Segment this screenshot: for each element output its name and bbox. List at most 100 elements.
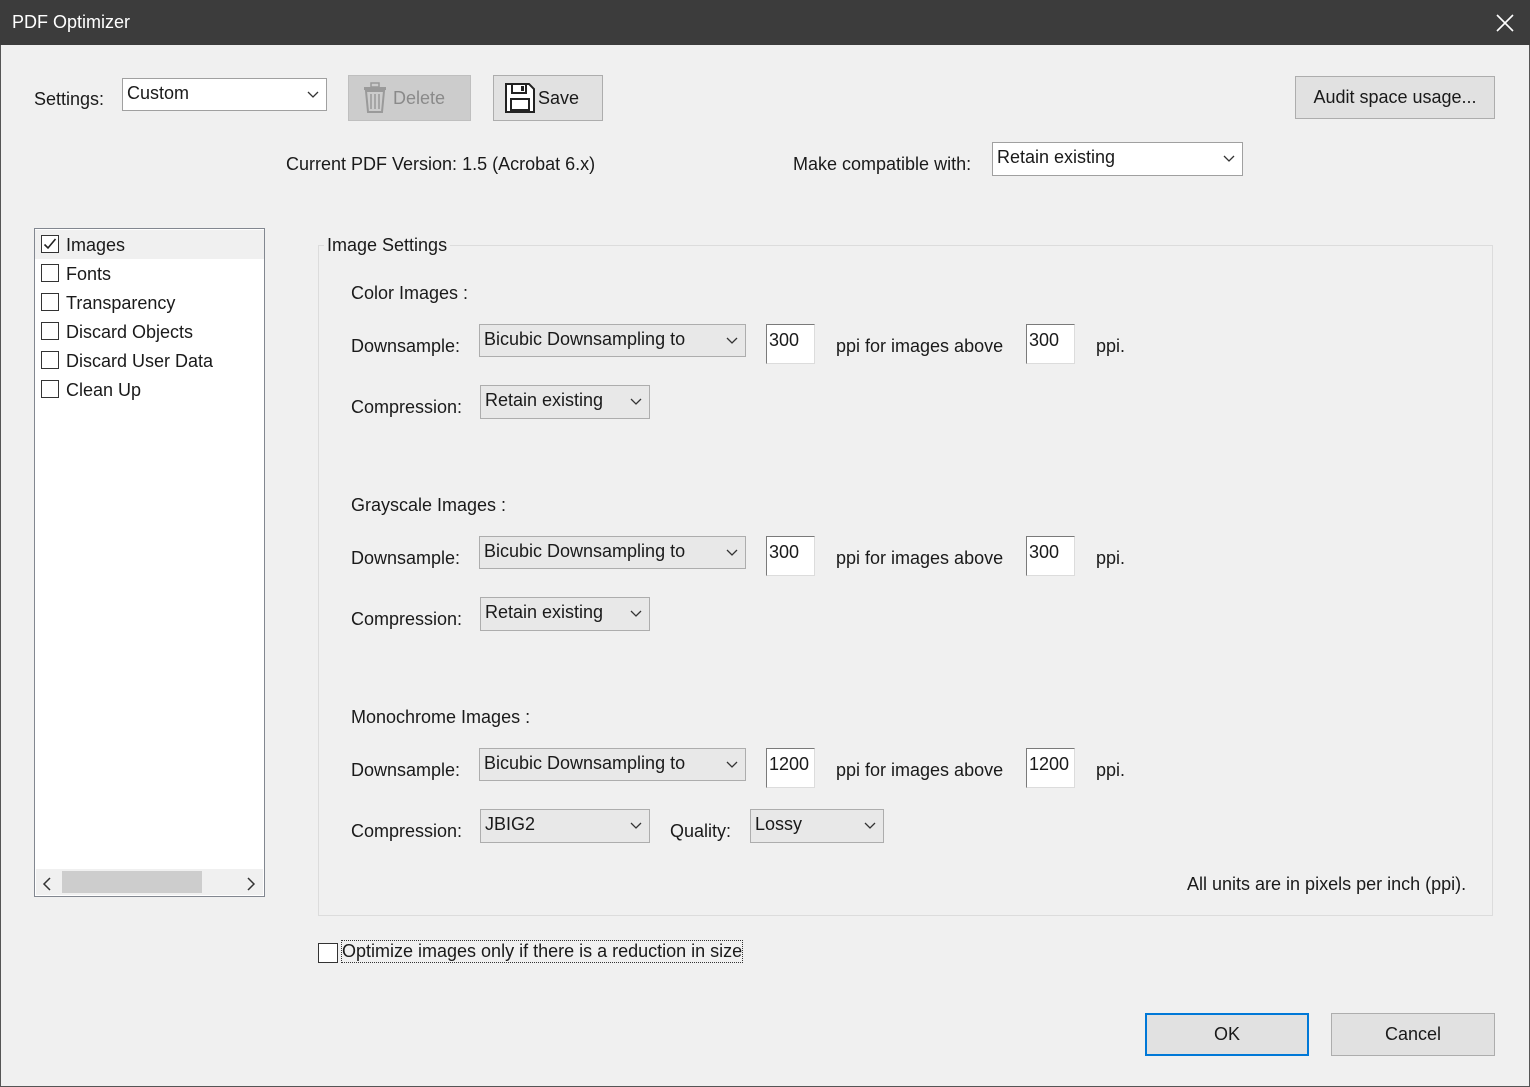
monochrome-target-ppi-value: 1200	[769, 754, 810, 774]
compatibility-label: Make compatible with:	[793, 154, 972, 174]
fonts-checkbox[interactable]	[41, 264, 59, 282]
color-compression-label: Compression:	[351, 397, 463, 417]
grayscale-above-ppi-input[interactable]: 300	[1026, 536, 1075, 576]
color-downsample-value: Bicubic Downsampling to	[484, 329, 686, 349]
grayscale-target-ppi-input[interactable]: 300	[766, 536, 815, 576]
floppy-disk-icon	[504, 82, 536, 114]
grayscale-downsample-label: Downsample:	[351, 548, 461, 568]
grayscale-above-ppi-value: 300	[1029, 542, 1060, 562]
panel-item-discard-objects[interactable]: Discard Objects	[39, 317, 263, 346]
chevron-down-icon	[719, 537, 745, 568]
chevron-left-icon[interactable]	[42, 875, 54, 896]
color-downsample-label: Downsample:	[351, 336, 461, 356]
monochrome-above-ppi-input[interactable]: 1200	[1026, 748, 1075, 788]
window-border-left	[0, 45, 1, 1087]
monochrome-target-ppi-input[interactable]: 1200	[766, 748, 815, 788]
audit-label: Audit space usage...	[1313, 87, 1477, 107]
trash-icon	[361, 82, 389, 114]
panel-item-transparency[interactable]: Transparency	[39, 288, 263, 317]
grayscale-images-heading: Grayscale Images :	[351, 495, 507, 515]
quality-value: Lossy	[755, 814, 803, 834]
cancel-label: Cancel	[1384, 1024, 1442, 1044]
close-icon[interactable]	[1490, 8, 1520, 38]
chevron-down-icon	[857, 810, 883, 842]
grayscale-downsample-dropdown[interactable]: Bicubic Downsampling to	[479, 536, 746, 569]
panel-item-images[interactable]: Images	[35, 230, 264, 259]
panel-item-label: Discard Objects	[66, 322, 194, 342]
panel-item-label: Clean Up	[66, 380, 142, 400]
monochrome-downsample-value: Bicubic Downsampling to	[484, 753, 686, 773]
panel-item-label: Fonts	[66, 264, 112, 284]
grayscale-ppi-above-label: ppi for images above	[836, 548, 1004, 568]
settings-value: Custom	[127, 83, 190, 103]
discard-objects-checkbox[interactable]	[41, 322, 59, 340]
compatibility-dropdown[interactable]: Retain existing	[992, 142, 1243, 176]
chevron-down-icon	[1216, 143, 1242, 175]
panel-item-fonts[interactable]: Fonts	[39, 259, 263, 288]
scrollbar-thumb[interactable]	[62, 871, 202, 893]
delete-label: Delete	[393, 87, 446, 108]
monochrome-compression-value: JBIG2	[485, 814, 536, 834]
discard-user-data-checkbox[interactable]	[41, 351, 59, 369]
chevron-down-icon	[623, 598, 649, 630]
grayscale-ppi-label: ppi.	[1096, 548, 1126, 568]
monochrome-compression-label: Compression:	[351, 821, 463, 841]
ok-button[interactable]: OK	[1145, 1013, 1309, 1056]
panel-item-label: Transparency	[66, 293, 176, 313]
grayscale-downsample-value: Bicubic Downsampling to	[484, 541, 686, 561]
monochrome-above-ppi-value: 1200	[1029, 754, 1070, 774]
panel-item-label: Images	[66, 235, 126, 255]
optimize-if-smaller-label[interactable]: Optimize images only if there is a reduc…	[340, 940, 744, 963]
grayscale-compression-dropdown[interactable]: Retain existing	[480, 597, 650, 631]
horizontal-scrollbar[interactable]	[36, 869, 263, 895]
quality-dropdown[interactable]: Lossy	[750, 809, 884, 843]
grayscale-compression-value: Retain existing	[485, 602, 604, 622]
monochrome-images-heading: Monochrome Images :	[351, 707, 531, 727]
color-above-ppi-input[interactable]: 300	[1026, 324, 1075, 364]
save-button[interactable]: Save	[493, 75, 603, 121]
chevron-down-icon	[623, 386, 649, 418]
panel-item-discard-user-data[interactable]: Discard User Data	[39, 346, 263, 375]
image-settings-title: Image Settings	[324, 235, 451, 256]
monochrome-ppi-above-label: ppi for images above	[836, 760, 1004, 780]
window-title: PDF Optimizer	[12, 12, 131, 32]
units-note: All units are in pixels per inch (ppi).	[1187, 874, 1467, 894]
panel-item-clean-up[interactable]: Clean Up	[39, 375, 263, 404]
color-compression-value: Retain existing	[485, 390, 604, 410]
settings-label: Settings:	[34, 89, 105, 109]
color-above-ppi-value: 300	[1029, 330, 1060, 350]
color-target-ppi-value: 300	[769, 330, 800, 350]
color-target-ppi-input[interactable]: 300	[766, 324, 815, 364]
audit-space-usage-button[interactable]: Audit space usage...	[1295, 76, 1495, 119]
save-label: Save	[538, 87, 580, 108]
images-checkbox[interactable]	[41, 235, 59, 253]
ok-label: OK	[1213, 1024, 1240, 1044]
chevron-right-icon[interactable]	[244, 875, 256, 896]
monochrome-ppi-label: ppi.	[1096, 760, 1126, 780]
title-bar: PDF Optimizer	[0, 0, 1530, 45]
color-ppi-above-label: ppi for images above	[836, 336, 1004, 356]
chevron-down-icon	[719, 749, 745, 780]
checkmark-icon	[43, 238, 57, 250]
cancel-button[interactable]: Cancel	[1331, 1013, 1495, 1056]
panel-list[interactable]: Images Fonts Transparency Discard Object…	[34, 228, 265, 897]
monochrome-downsample-dropdown[interactable]: Bicubic Downsampling to	[479, 748, 746, 781]
monochrome-compression-dropdown[interactable]: JBIG2	[480, 809, 650, 843]
chevron-down-icon	[300, 79, 326, 110]
settings-dropdown[interactable]: Custom	[122, 78, 327, 111]
optimize-if-smaller-checkbox[interactable]	[318, 943, 338, 963]
grayscale-target-ppi-value: 300	[769, 542, 800, 562]
transparency-checkbox[interactable]	[41, 293, 59, 311]
monochrome-downsample-label: Downsample:	[351, 760, 461, 780]
color-compression-dropdown[interactable]: Retain existing	[480, 385, 650, 419]
compatibility-value: Retain existing	[997, 147, 1116, 167]
quality-label: Quality:	[670, 821, 732, 841]
clean-up-checkbox[interactable]	[41, 380, 59, 398]
grayscale-compression-label: Compression:	[351, 609, 463, 629]
color-downsample-dropdown[interactable]: Bicubic Downsampling to	[479, 324, 746, 357]
color-images-heading: Color Images :	[351, 283, 469, 303]
color-ppi-label: ppi.	[1096, 336, 1126, 356]
delete-button[interactable]: Delete	[348, 75, 471, 121]
current-pdf-version: Current PDF Version: 1.5 (Acrobat 6.x)	[286, 154, 596, 174]
chevron-down-icon	[719, 325, 745, 356]
